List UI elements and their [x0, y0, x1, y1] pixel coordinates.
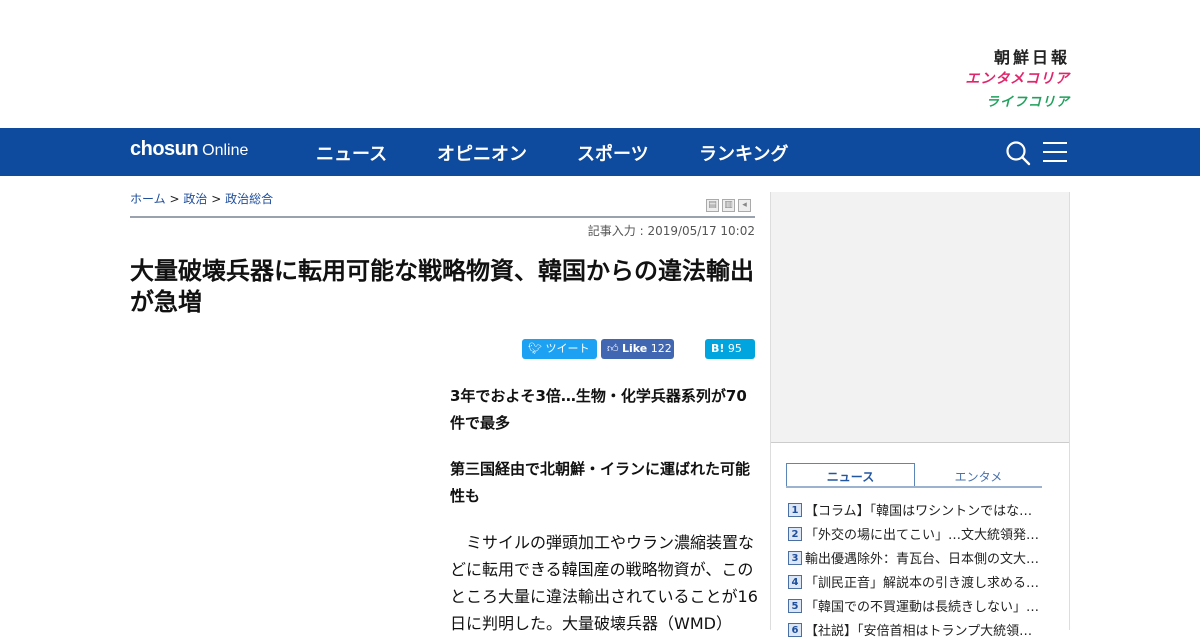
- sidebar: ニュース エンタメ 1 【コラム】「韓国はワシントンではな… 2 「外交の場に出てこ…: [770, 192, 1070, 639]
- site-logo[interactable]: chosun Online: [130, 138, 248, 161]
- ranking-title: 輸出優遇除外：青瓦台、日本側の文大…: [805, 552, 1040, 567]
- article-dateline: 記事入力 : 2019/05/17 10:02: [587, 224, 755, 238]
- entame-korea-link[interactable]: エンタメコリア: [965, 68, 1070, 88]
- nav-ranking[interactable]: ランキング: [699, 140, 788, 166]
- ranking-item[interactable]: 1 【コラム】「韓国はワシントンではな…: [788, 499, 1048, 519]
- tab-underline: [786, 486, 1042, 488]
- main-nav: chosun Online ニュース オピニオン スポーツ ランキング: [0, 128, 1200, 176]
- article-subhead: 第三国経由で北朝鮮・イランに運ばれた可能性も: [450, 460, 751, 505]
- nav-sports[interactable]: スポーツ: [577, 140, 649, 166]
- rank-number: 3: [788, 550, 802, 565]
- rank-number: 5: [788, 598, 802, 613]
- hamburger-menu-icon[interactable]: [1043, 141, 1067, 163]
- facebook-like-button[interactable]: 👍︎ Like 122: [601, 339, 674, 359]
- breadcrumb-separator: >: [169, 192, 180, 206]
- article-title: 大量破壊兵器に転用可能な戦略物資、韓国からの違法輸出が急増: [130, 257, 754, 316]
- nav-opinion[interactable]: オピニオン: [437, 140, 527, 166]
- tab-news[interactable]: ニュース: [786, 463, 915, 488]
- ranking-title: 【社説】「安倍首相はトランプ大統領…: [805, 624, 1033, 639]
- breadcrumb-category[interactable]: 政治: [183, 192, 207, 206]
- life-korea-link[interactable]: ライフコリア: [986, 91, 1070, 110]
- twitter-bird-icon: 🐦︎: [528, 342, 542, 355]
- breadcrumb: ホーム > 政治 > 政治総合: [130, 190, 273, 207]
- like-label: Like: [622, 342, 648, 355]
- text-view-icon[interactable]: ▥: [722, 199, 735, 212]
- breadcrumb-subcategory[interactable]: 政治総合: [225, 192, 273, 206]
- like-count: 122: [650, 342, 672, 355]
- ranking-item[interactable]: 4 「訓民正音」解説本の引き渡し求める…: [788, 571, 1048, 591]
- masthead: 朝鮮日報 エンタメコリア ライフコリア: [0, 0, 1200, 128]
- back-arrow-icon[interactable]: ◂: [738, 199, 751, 212]
- rank-number: 2: [788, 526, 802, 541]
- chosun-ilbo-link[interactable]: 朝鮮日報: [994, 44, 1070, 68]
- hatena-bookmark-button[interactable]: B! 95: [705, 339, 755, 359]
- ranking-title: 【コラム】「韓国はワシントンではな…: [805, 504, 1033, 519]
- article-tools: ▤ ▥ ◂: [703, 192, 751, 212]
- tab-entame[interactable]: エンタメ: [915, 467, 1042, 487]
- breadcrumb-separator: >: [211, 192, 222, 206]
- tweet-label: ツイート: [545, 342, 590, 355]
- article-body: ミサイルの弾頭加工やウラン濃縮装置などに転用できる韓国産の戦略物資が、このところ…: [450, 533, 758, 633]
- logo-sub-text: Online: [202, 142, 249, 159]
- ranking-item[interactable]: 5 「韓国での不買運動は長続きしない」…: [788, 595, 1048, 615]
- breadcrumb-home[interactable]: ホーム: [130, 192, 166, 206]
- ranking-item[interactable]: 2 「外交の場に出てこい」…文大統領発…: [788, 523, 1048, 543]
- rank-number: 4: [788, 574, 802, 589]
- ranking-title: 「韓国での不買運動は長続きしない」…: [805, 600, 1040, 615]
- logo-main-text: chosun: [130, 138, 199, 160]
- ranking-title: 「外交の場に出てこい」…文大統領発…: [805, 528, 1040, 543]
- hatena-count: 95: [727, 342, 742, 355]
- divider: [130, 216, 755, 218]
- tweet-button[interactable]: 🐦︎ ツイート: [522, 339, 597, 359]
- print-icon[interactable]: ▤: [706, 199, 719, 212]
- ad-slot: [771, 192, 1069, 443]
- rank-number: 1: [788, 502, 802, 517]
- hatena-icon: B!: [711, 342, 725, 355]
- nav-news[interactable]: ニュース: [316, 140, 387, 166]
- ranking-item[interactable]: 6 【社説】「安倍首相はトランプ大統領…: [788, 619, 1048, 639]
- thumbs-up-icon: 👍︎: [607, 342, 619, 355]
- ranking-title: 「訓民正音」解説本の引き渡し求める…: [805, 576, 1040, 591]
- ranking-item[interactable]: 3 輸出優遇除外：青瓦台、日本側の文大…: [788, 547, 1048, 567]
- article-subhead: 3年でおよそ3倍…生物・化学兵器系列が70件で最多: [450, 387, 747, 432]
- search-icon[interactable]: [1005, 140, 1031, 166]
